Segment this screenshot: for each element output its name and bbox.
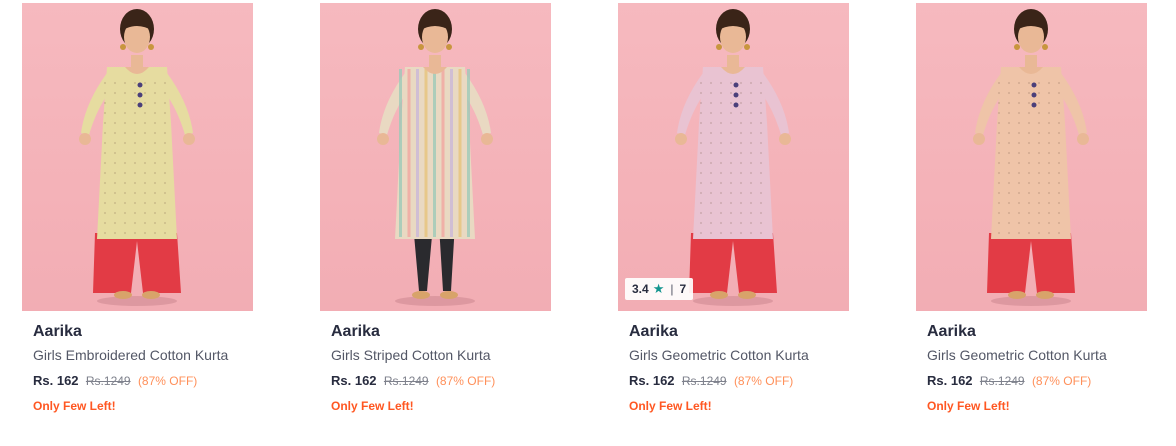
stock-note: Only Few Left!	[927, 399, 1010, 413]
product-brand: Aarika	[629, 323, 678, 340]
stock-note: Only Few Left!	[33, 399, 116, 413]
product-card[interactable]: Aarika Girls Striped Cotton Kurta Rs. 16…	[309, 0, 579, 430]
product-name: Girls Striped Cotton Kurta	[331, 347, 491, 363]
price-row: Rs. 162 Rs.1249 (87% OFF)	[629, 373, 869, 389]
product-price: Rs. 162	[629, 373, 675, 388]
product-meta: Aarika Girls Striped Cotton Kurta Rs. 16…	[331, 321, 571, 414]
product-image[interactable]	[916, 3, 1147, 311]
product-card[interactable]: Aarika Girls Geometric Cotton Kurta Rs. …	[905, 0, 1175, 430]
product-price: Rs. 162	[331, 373, 377, 388]
product-meta: Aarika Girls Embroidered Cotton Kurta Rs…	[33, 321, 273, 414]
model-illustration	[675, 9, 791, 306]
rating-count: 7	[679, 282, 687, 296]
product-mrp: Rs.1249	[681, 374, 727, 388]
product-discount: (87% OFF)	[733, 374, 794, 388]
product-mrp: Rs.1249	[383, 374, 429, 388]
star-icon: ★	[652, 281, 665, 296]
product-brand: Aarika	[33, 323, 82, 340]
product-discount: (87% OFF)	[137, 374, 198, 388]
product-meta: Aarika Girls Geometric Cotton Kurta Rs. …	[629, 321, 869, 414]
product-card[interactable]: Aarika Girls Embroidered Cotton Kurta Rs…	[11, 0, 281, 430]
product-brand: Aarika	[331, 323, 380, 340]
price-row: Rs. 162 Rs.1249 (87% OFF)	[927, 373, 1167, 389]
price-row: Rs. 162 Rs.1249 (87% OFF)	[331, 373, 571, 389]
rating-divider: |	[670, 282, 674, 296]
product-mrp: Rs.1249	[85, 374, 131, 388]
product-name: Girls Embroidered Cotton Kurta	[33, 347, 229, 363]
price-row: Rs. 162 Rs.1249 (87% OFF)	[33, 373, 273, 389]
product-discount: (87% OFF)	[435, 374, 496, 388]
product-brand: Aarika	[927, 323, 976, 340]
product-image[interactable]	[320, 3, 551, 311]
product-name: Girls Geometric Cotton Kurta	[927, 347, 1107, 363]
product-image[interactable]	[22, 3, 253, 311]
product-price: Rs. 162	[927, 373, 973, 388]
model-illustration	[377, 9, 493, 306]
product-mrp: Rs.1249	[979, 374, 1025, 388]
product-image[interactable]: 3.4 ★ | 7	[618, 3, 849, 311]
model-illustration	[79, 9, 195, 306]
product-discount: (87% OFF)	[1031, 374, 1092, 388]
rating-badge: 3.4 ★ | 7	[625, 278, 694, 300]
stock-note: Only Few Left!	[629, 399, 712, 413]
product-price: Rs. 162	[33, 373, 79, 388]
product-grid: Aarika Girls Embroidered Cotton Kurta Rs…	[0, 0, 1176, 446]
stock-note: Only Few Left!	[331, 399, 414, 413]
model-illustration	[973, 9, 1089, 306]
product-meta: Aarika Girls Geometric Cotton Kurta Rs. …	[927, 321, 1167, 414]
rating-score: 3.4	[632, 282, 649, 296]
product-name: Girls Geometric Cotton Kurta	[629, 347, 809, 363]
product-card[interactable]: 3.4 ★ | 7 Aarika Girls Geometric Cotton …	[607, 0, 877, 430]
